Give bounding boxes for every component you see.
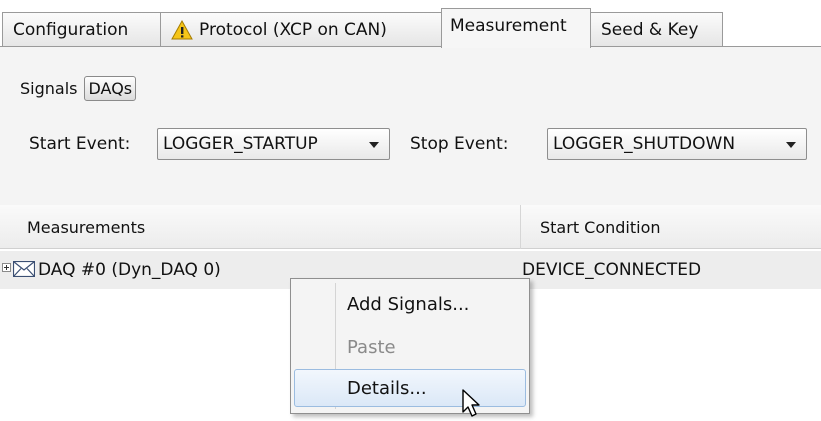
tab-configuration[interactable]: Configuration [2,12,161,46]
subtab-signals[interactable]: Signals [17,77,80,100]
column-divider[interactable] [520,205,521,249]
start-event-value: LOGGER_STARTUP [163,134,318,154]
start-event-label: Start Event: [29,134,131,154]
menu-item-add-signals[interactable]: Add Signals... [294,285,526,323]
mouse-cursor-icon [462,389,480,417]
chevron-down-icon [786,142,796,148]
stop-event-value: LOGGER_SHUTDOWN [553,134,736,154]
tab-label: Protocol (XCP on CAN) [199,19,387,40]
table-header: Measurements Start Condition [0,205,821,249]
expand-icon[interactable] [2,263,11,272]
tab-label: Measurement [450,16,567,36]
subtab-daqs[interactable]: DAQs [84,75,137,101]
tab-protocol[interactable]: Protocol (XCP on CAN) [160,12,442,46]
start-condition-value: DEVICE_CONNECTED [522,260,702,280]
column-header-start-condition[interactable]: Start Condition [540,218,661,237]
start-event-dropdown[interactable]: LOGGER_STARTUP [157,128,390,160]
tab-label: Seed & Key [601,19,699,40]
warning-icon [171,19,193,39]
subtab-bar: Signals DAQs [17,74,140,102]
tab-bar: Configuration Protocol (XCP on CAN) Meas… [0,0,821,52]
menu-item-paste[interactable]: Paste [294,328,526,366]
context-menu: Add Signals... Paste Details... [290,278,530,414]
stop-event-label: Stop Event: [410,134,509,154]
tab-label: Configuration [13,19,129,40]
column-header-measurements[interactable]: Measurements [27,218,145,237]
chevron-down-icon [369,142,379,148]
envelope-icon [13,261,35,277]
events-row: Start Event: LOGGER_STARTUP Stop Event: … [0,128,821,162]
stop-event-dropdown[interactable]: LOGGER_SHUTDOWN [547,128,807,160]
tab-seed-and-key[interactable]: Seed & Key [590,12,723,46]
menu-item-details[interactable]: Details... [294,369,526,407]
tab-measurement[interactable]: Measurement [441,8,591,48]
measurement-name: DAQ #0 (Dyn_DAQ 0) [38,260,221,280]
